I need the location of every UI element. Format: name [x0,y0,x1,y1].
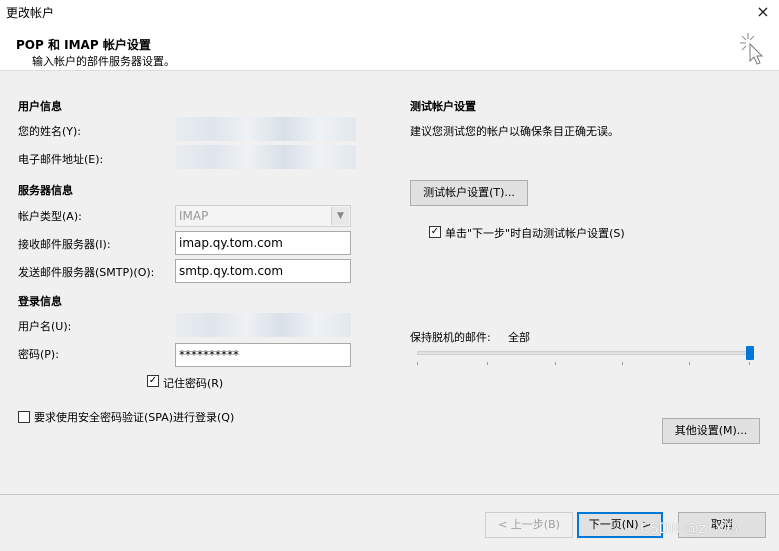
test-description: 建议您测试您的帐户以确保条目正确无误。 [410,125,619,138]
auto-test-label[interactable]: 单击"下一步"时自动测试帐户设置(S) [445,225,625,241]
account-type-value: IMAP [179,209,209,223]
test-heading: 测试帐户设置 [410,100,476,113]
header-subtitle: 输入帐户的部件服务器设置。 [32,55,175,68]
watermark: CSDN @zTX郑 [640,521,738,537]
offline-value: 全部 [508,331,530,344]
username-input[interactable] [176,313,351,337]
name-field[interactable] [176,117,356,141]
slider-tick [749,362,750,365]
outgoing-server-label: 发送邮件服务器(SMTP)(O): [18,266,155,279]
incoming-server-input[interactable]: imap.qy.tom.com [175,231,351,255]
window-title: 更改帐户 [6,6,55,20]
chevron-down-icon: ▼ [331,207,349,225]
password-input[interactable]: ********** [175,343,351,367]
spa-label[interactable]: 要求使用安全密码验证(SPA)进行登录(Q) [34,409,234,425]
account-type-select: IMAP ▼ [175,205,351,227]
back-button[interactable]: < 上一步(B) [485,512,573,538]
slider-tick [487,362,488,365]
account-type-label: 帐户类型(A): [18,210,82,223]
title-bar: 更改帐户 × [0,0,779,25]
incoming-server-label: 接收邮件服务器(I): [18,238,111,251]
server-info-heading: 服务器信息 [18,184,73,197]
username-label: 用户名(U): [18,320,72,333]
name-label: 您的姓名(Y): [18,125,82,138]
test-account-button[interactable]: 测试帐户设置(T)... [410,180,528,206]
spa-checkbox[interactable] [18,411,30,423]
more-settings-button[interactable]: 其他设置(M)... [662,418,760,444]
slider-tick [689,362,690,365]
dialog-header: POP 和 IMAP 帐户设置 输入帐户的部件服务器设置。 [0,25,779,71]
user-info-heading: 用户信息 [18,100,62,113]
offline-slider-thumb[interactable] [746,346,754,360]
slider-tick [417,362,418,365]
auto-test-checkbox[interactable]: ✓ [429,226,441,238]
login-info-heading: 登录信息 [18,295,62,308]
slider-tick [622,362,623,365]
password-label: 密码(P): [18,348,59,361]
slider-tick [555,362,556,365]
remember-password-checkbox[interactable]: ✓ [147,375,159,387]
close-icon[interactable]: × [752,1,774,23]
offline-label: 保持脱机的邮件: [410,331,491,344]
remember-password-label[interactable]: 记住密码(R) [163,375,223,391]
cursor-sparkle-icon [740,33,764,65]
email-field[interactable] [176,145,356,169]
email-label: 电子邮件地址(E): [18,153,104,166]
offline-slider-track[interactable] [417,351,750,355]
outgoing-server-input[interactable]: smtp.qy.tom.com [175,259,351,283]
header-title: POP 和 IMAP 帐户设置 [16,38,151,52]
